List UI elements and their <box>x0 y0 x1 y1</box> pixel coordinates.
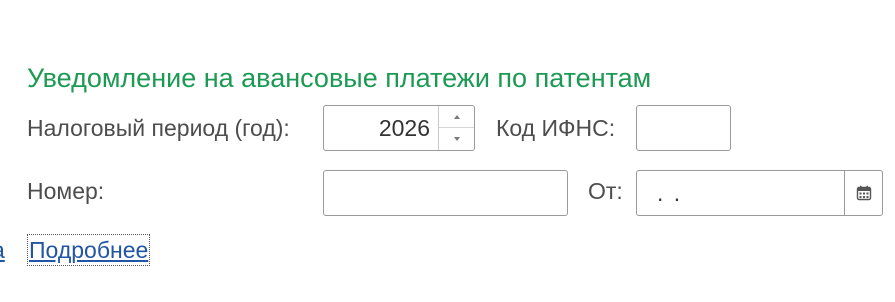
ifns-code-field[interactable] <box>636 105 731 151</box>
date-field[interactable]: . . <box>636 170 883 216</box>
cut-off-link[interactable]: а <box>0 236 5 264</box>
stepper-up-button[interactable] <box>439 106 474 128</box>
date-label: От: <box>588 178 623 204</box>
stepper-buttons <box>438 106 474 150</box>
calendar-icon <box>856 185 871 201</box>
chevron-down-icon <box>453 137 460 141</box>
tax-period-value[interactable]: 2026 <box>379 106 430 150</box>
page-title: Уведомление на авансовые платежи по пате… <box>27 63 652 93</box>
date-value[interactable]: . . <box>657 171 682 215</box>
chevron-up-icon <box>453 114 460 119</box>
tax-period-stepper[interactable]: 2026 <box>323 105 475 151</box>
stepper-down-button[interactable] <box>439 128 474 150</box>
notification-form: Уведомление на авансовые платежи по пате… <box>0 0 895 302</box>
ifns-label: Код ИФНС: <box>496 115 616 141</box>
calendar-button[interactable] <box>844 171 882 215</box>
details-link[interactable]: Подробнее <box>26 234 151 266</box>
tax-period-label: Налоговый период (год): <box>27 115 290 141</box>
number-label: Номер: <box>27 178 105 204</box>
number-field[interactable] <box>323 170 568 216</box>
